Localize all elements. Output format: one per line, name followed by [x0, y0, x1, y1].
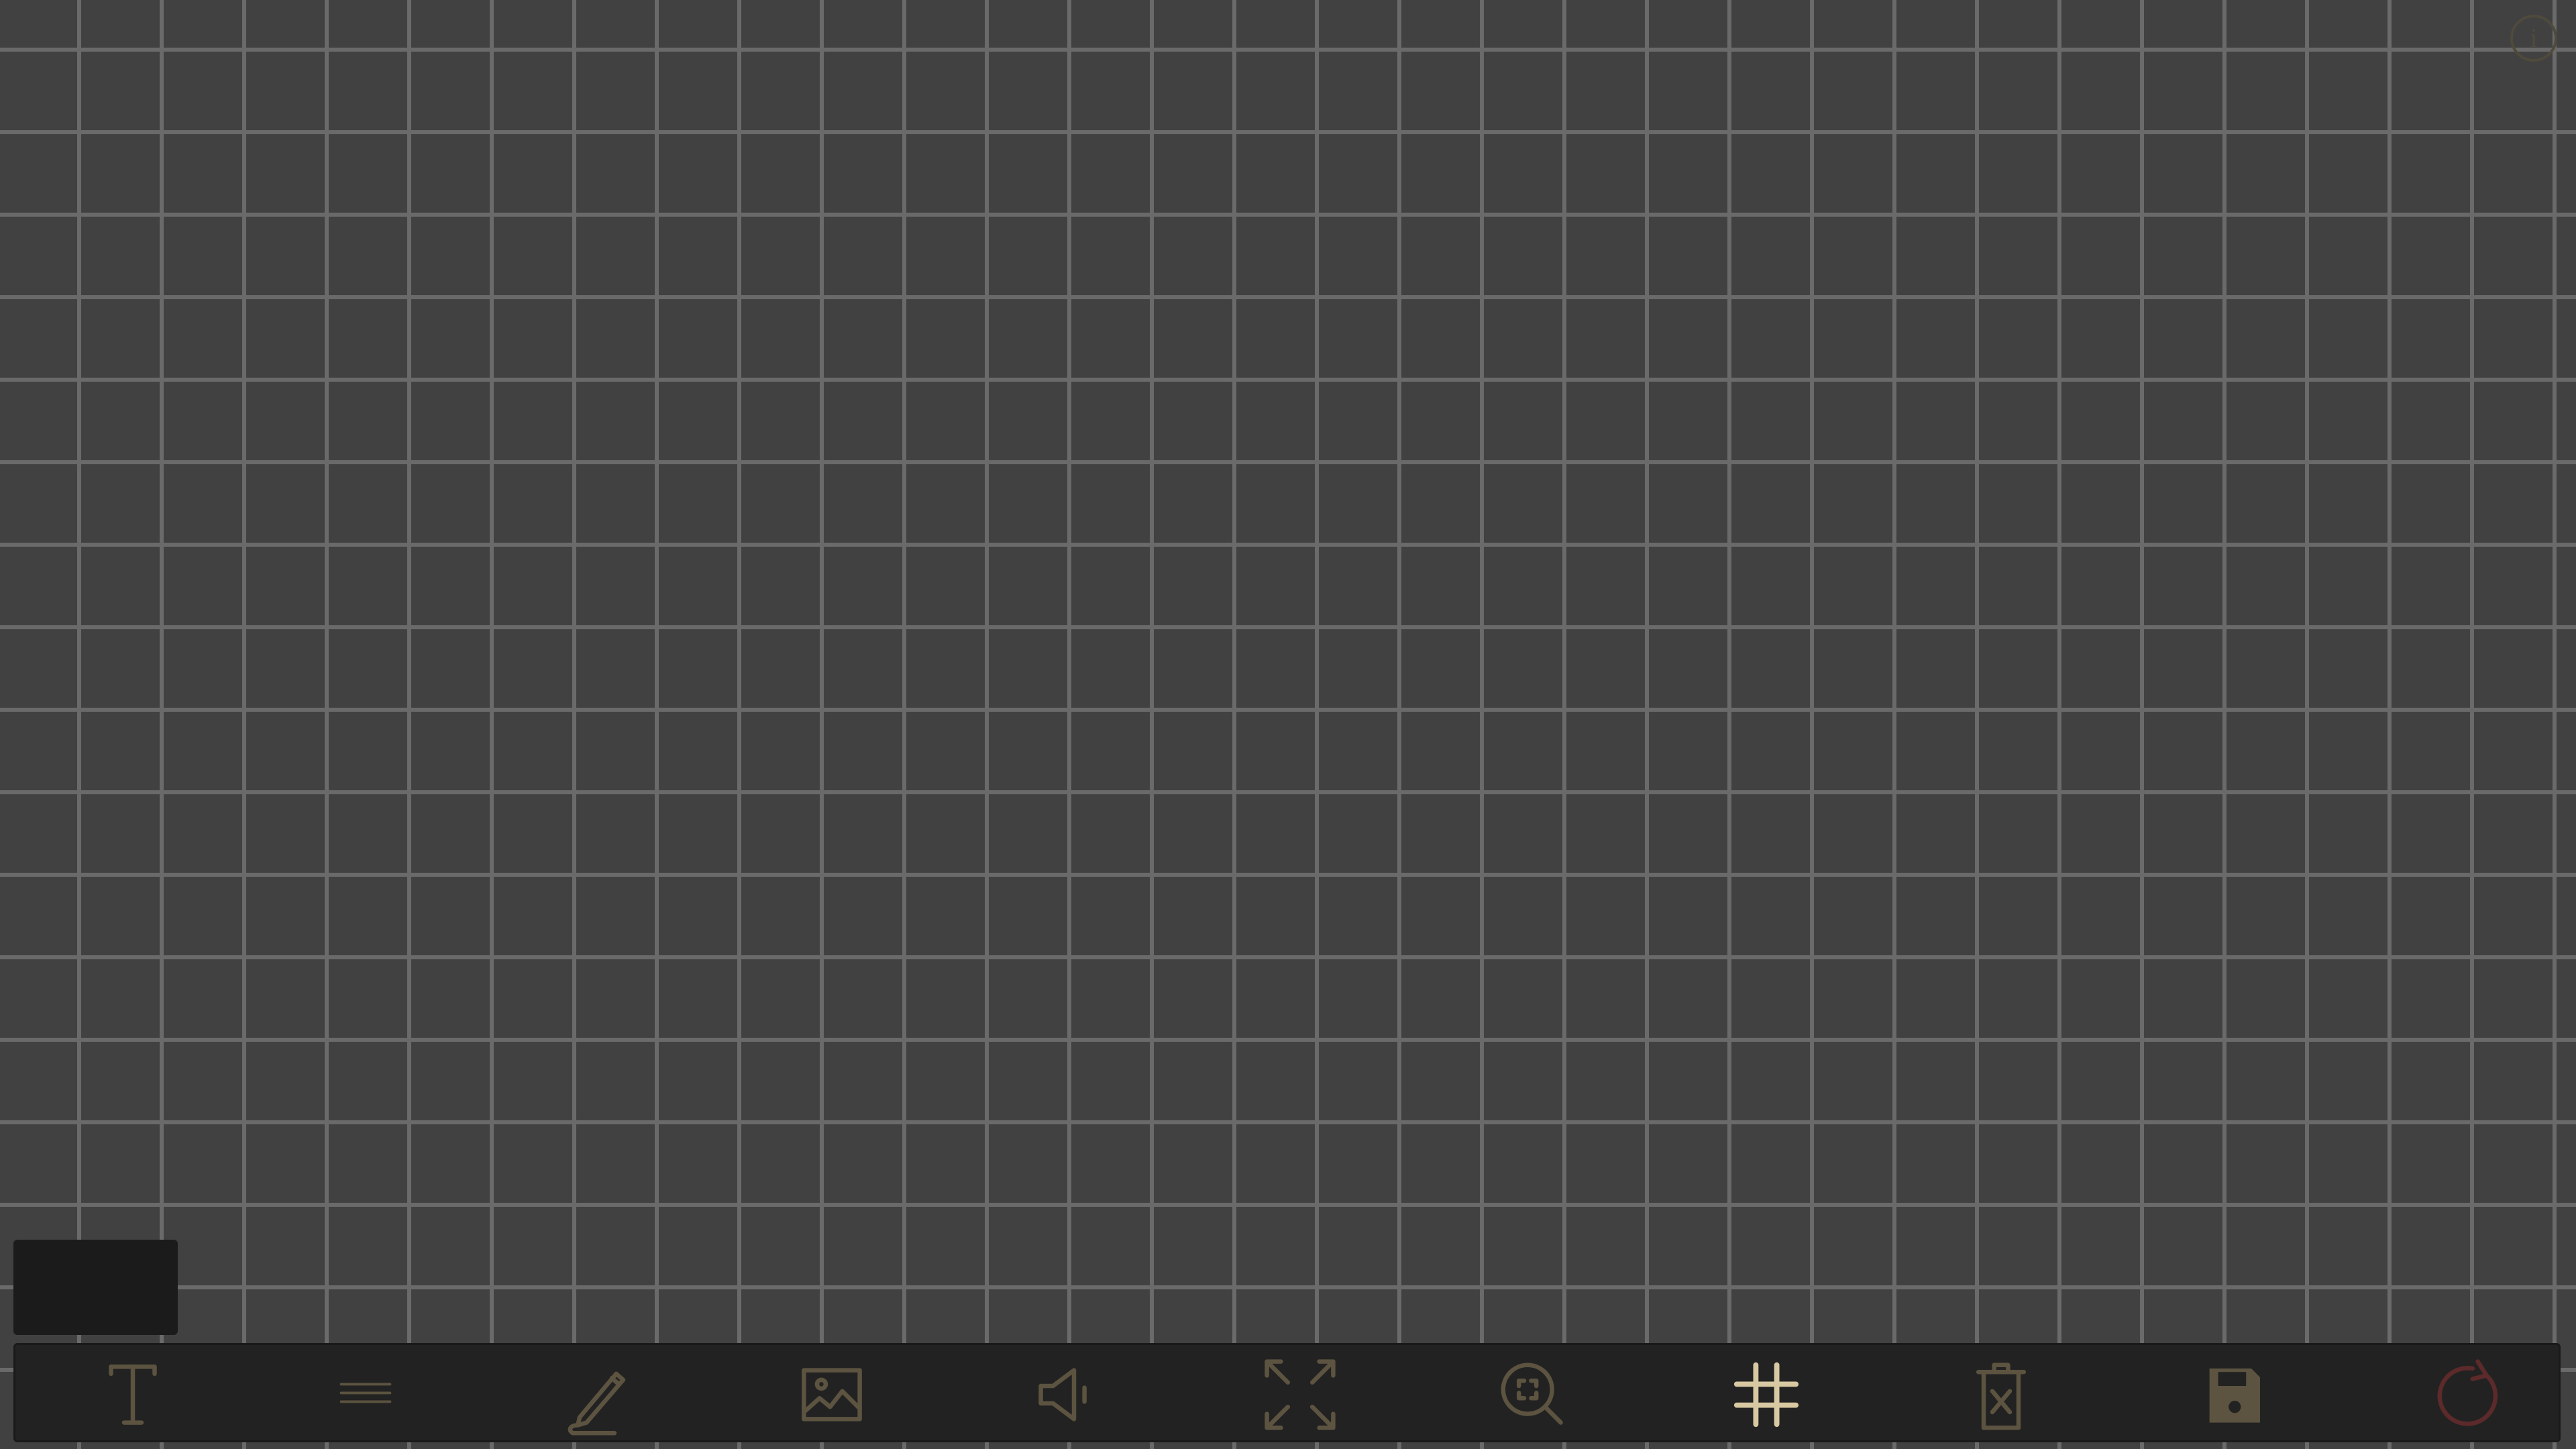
drawing-canvas[interactable]: [0, 0, 2576, 1449]
zoom-fit-button[interactable]: [1483, 1345, 1583, 1444]
pen-tool-button[interactable]: [547, 1345, 647, 1444]
color-swatch[interactable]: [13, 1240, 178, 1335]
list-tool-button[interactable]: [315, 1345, 416, 1444]
list-icon: [339, 1383, 392, 1403]
refresh-icon: [2437, 1359, 2498, 1426]
sound-tool-button[interactable]: [1015, 1345, 1116, 1444]
expand-icon: [1265, 1359, 1336, 1430]
text-tool-icon: [109, 1364, 157, 1425]
speaker-icon: [1038, 1368, 1087, 1421]
text-tool-button[interactable]: [83, 1345, 183, 1444]
image-icon: [802, 1368, 862, 1421]
image-tool-button[interactable]: [782, 1345, 882, 1444]
pencil-icon: [568, 1371, 626, 1436]
info-button[interactable]: i: [2510, 15, 2557, 62]
grid-hash-icon: [1733, 1362, 1799, 1428]
zoom-fit-icon: [1501, 1362, 1563, 1425]
fullscreen-button[interactable]: [1250, 1345, 1350, 1444]
toolbar: [13, 1343, 2561, 1442]
info-icon: i: [2530, 23, 2538, 53]
trash-icon: [1976, 1362, 2027, 1430]
save-button[interactable]: [2184, 1345, 2284, 1444]
grid-toggle-button[interactable]: [1716, 1345, 1817, 1444]
clear-canvas-button[interactable]: [1951, 1345, 2051, 1444]
reset-button[interactable]: [2417, 1345, 2518, 1444]
save-icon: [2209, 1368, 2260, 1423]
